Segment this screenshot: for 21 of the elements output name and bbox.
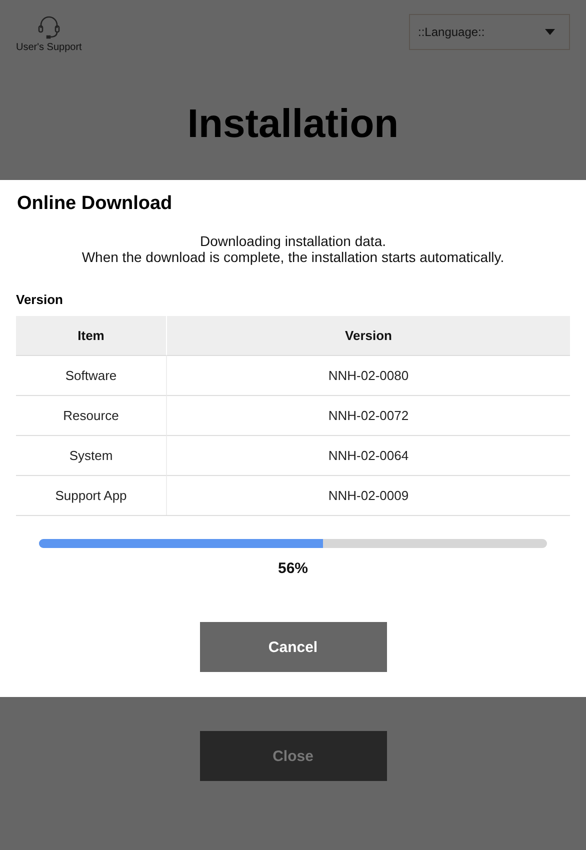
headset-icon — [36, 14, 62, 40]
table-cell: NNH-02-0064 — [167, 435, 570, 475]
support-label: User's Support — [16, 42, 82, 53]
table-cell: NNH-02-0009 — [167, 475, 570, 515]
language-select[interactable]: ::Language:: — [409, 14, 570, 50]
table-cell: Support App — [16, 475, 167, 515]
table-cell: NNH-02-0072 — [167, 395, 570, 435]
dialog-title: Online Download — [17, 193, 174, 215]
table-cell: NNH-02-0080 — [167, 355, 570, 395]
column-header: Item — [16, 316, 167, 355]
support-link[interactable]: User's Support — [16, 14, 82, 53]
section-label: Version — [16, 292, 64, 307]
progress-reading: 56% — [276, 560, 310, 577]
dialog-message: Downloading installation data. When the download is complete, the installation starts automatically. — [80, 233, 506, 265]
table-cell: Software — [16, 355, 167, 395]
table-cell: System — [16, 435, 167, 475]
table-cell: Resource — [16, 395, 167, 435]
page-title: Installation — [186, 102, 400, 148]
column-header: Version — [167, 316, 570, 355]
cancel-button[interactable]: Cancel — [200, 622, 386, 672]
caret-icon — [545, 29, 555, 35]
